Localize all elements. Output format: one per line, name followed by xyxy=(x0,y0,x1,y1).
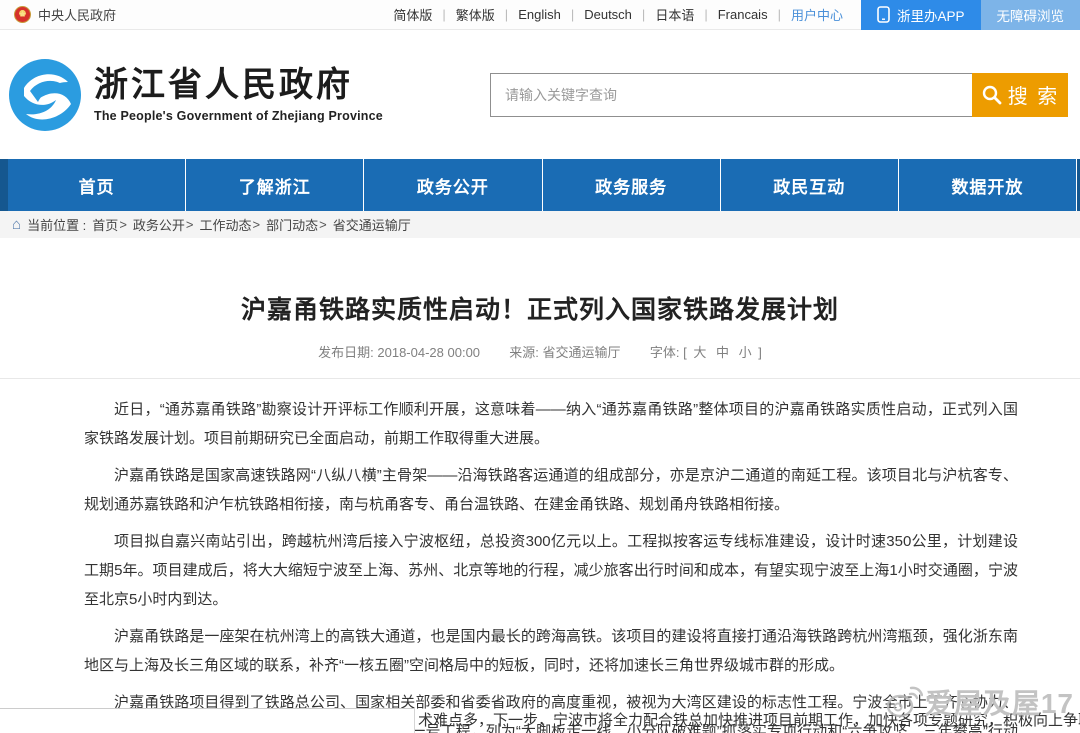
search-button-label: 搜 索 xyxy=(1008,80,1060,109)
lang-simplified[interactable]: 简体版 xyxy=(393,5,432,24)
article-meta: 发布日期: 2018-04-28 00:00 来源: 省交通运输厅 字体: [ … xyxy=(0,342,1080,361)
article-header: 沪嘉甬铁路实质性启动！正式列入国家铁路发展计划 发布日期: 2018-04-28… xyxy=(0,238,1080,361)
central-gov-label[interactable]: 中央人民政府 xyxy=(38,5,116,24)
zheliban-app-button[interactable]: 浙里办APP xyxy=(861,0,981,30)
breadcrumb-gov-info[interactable]: 政务公开 xyxy=(133,215,185,234)
publish-date: 2018-04-28 00:00 xyxy=(377,345,480,360)
font-size-label: 字体: xyxy=(650,345,680,360)
divider: | xyxy=(505,7,508,22)
divider: | xyxy=(778,7,781,22)
lang-japanese[interactable]: 日本语 xyxy=(655,5,694,24)
user-center-link[interactable]: 用户中心 xyxy=(791,5,843,24)
bracket-open: [ xyxy=(683,345,687,360)
main-nav: 首页 了解浙江 政务公开 政务服务 政民互动 数据开放 xyxy=(0,159,1080,211)
search-box: 搜 索 xyxy=(490,73,1068,117)
nav-item-open-data[interactable]: 数据开放 xyxy=(899,159,1077,211)
phone-icon xyxy=(877,6,890,23)
breadcrumb-transport-dept[interactable]: 省交通运输厅 xyxy=(333,215,411,234)
nav-item-interaction[interactable]: 政民互动 xyxy=(721,159,899,211)
article-paragraph: 沪嘉甬铁路是一座架在杭州湾上的高铁大通道，也是国内最长的跨海高铁。该项目的建设将… xyxy=(84,622,1018,680)
top-utility-bar: ★ 中央人民政府 简体版 | 繁体版 | English | Deutsch |… xyxy=(0,0,1080,30)
home-icon: ⌂ xyxy=(12,216,21,233)
breadcrumb-separator: > xyxy=(253,217,261,232)
article-paragraph: 近日，“通苏嘉甬铁路”勘察设计开评标工作顺利开展，这意味着——纳入“通苏嘉甬铁路… xyxy=(84,395,1018,453)
divider: | xyxy=(571,7,574,22)
lang-francais[interactable]: Francais xyxy=(718,7,768,22)
source-value: 省交通运输厅 xyxy=(543,345,621,360)
site-title: 浙江省人民政府 xyxy=(94,66,383,105)
publish-date-label: 发布日期: xyxy=(318,345,374,360)
accessibility-button[interactable]: 无障碍浏览 xyxy=(981,0,1080,30)
article-paragraph: 项目拟自嘉兴南站引出，跨越杭州湾后接入宁波枢纽，总投资300亿元以上。工程拟按客… xyxy=(84,527,1018,614)
font-size-small[interactable]: 小 xyxy=(736,345,755,360)
breadcrumb-separator: > xyxy=(319,217,327,232)
breadcrumb: ⌂ 当前位置 : 首页 > 政务公开 > 工作动态 > 部门动态 > 省交通运输… xyxy=(0,211,1080,238)
language-links: 简体版 | 繁体版 | English | Deutsch | 日本语 | Fr… xyxy=(393,0,843,30)
search-input[interactable] xyxy=(490,73,972,117)
national-emblem-icon: ★ xyxy=(14,6,31,23)
font-size-switcher: 字体: [ 大 中 小 ] xyxy=(650,345,762,360)
breadcrumb-home[interactable]: 首页 xyxy=(92,215,118,234)
article-body: 近日，“通苏嘉甬铁路”勘察设计开评标工作顺利开展，这意味着——纳入“通苏嘉甬铁路… xyxy=(0,379,1080,733)
brand-text: 浙江省人民政府 The People's Government of Zheji… xyxy=(94,66,383,122)
font-size-large[interactable]: 大 xyxy=(690,345,709,360)
divider: | xyxy=(642,7,645,22)
accessibility-button-label: 无障碍浏览 xyxy=(997,5,1065,25)
site-title-english: The People's Government of Zhejiang Prov… xyxy=(94,109,383,123)
nav-item-about-zhejiang[interactable]: 了解浙江 xyxy=(186,159,364,211)
source-label: 来源: xyxy=(509,345,539,360)
site-header: 浙江省人民政府 The People's Government of Zheji… xyxy=(0,30,1080,159)
breadcrumb-separator: > xyxy=(186,217,194,232)
breadcrumb-department-news[interactable]: 部门动态 xyxy=(266,215,318,234)
breadcrumb-work-news[interactable]: 工作动态 xyxy=(200,215,252,234)
white-overlay-box xyxy=(0,708,415,733)
divider: | xyxy=(704,7,707,22)
divider: | xyxy=(442,7,445,22)
article-paragraph: 沪嘉甬铁路是国家高速铁路网“八纵八横”主骨架——沿海铁路客运通道的组成部分，亦是… xyxy=(84,461,1018,519)
nav-item-gov-services[interactable]: 政务服务 xyxy=(543,159,721,211)
zhejiang-logo-icon xyxy=(8,58,82,132)
search-icon xyxy=(981,84,1003,106)
nav-item-gov-info[interactable]: 政务公开 xyxy=(364,159,542,211)
breadcrumb-separator: > xyxy=(119,217,127,232)
nav-item-home[interactable]: 首页 xyxy=(8,159,186,211)
topbar-right: 简体版 | 繁体版 | English | Deutsch | 日本语 | Fr… xyxy=(393,0,1080,30)
breadcrumb-prefix: 当前位置 : xyxy=(27,215,86,234)
lang-traditional[interactable]: 繁体版 xyxy=(456,5,495,24)
page: ★ 中央人民政府 简体版 | 繁体版 | English | Deutsch |… xyxy=(0,0,1080,733)
lang-deutsch[interactable]: Deutsch xyxy=(584,7,632,22)
bracket-close: ] xyxy=(758,345,762,360)
central-gov-link[interactable]: ★ 中央人民政府 xyxy=(0,5,116,24)
lang-english[interactable]: English xyxy=(518,7,561,22)
site-logo[interactable]: 浙江省人民政府 The People's Government of Zheji… xyxy=(8,58,383,132)
article-title: 沪嘉甬铁路实质性启动！正式列入国家铁路发展计划 xyxy=(0,290,1080,326)
search-button[interactable]: 搜 索 xyxy=(972,73,1068,117)
app-button-label: 浙里办APP xyxy=(897,5,965,25)
font-size-medium[interactable]: 中 xyxy=(713,345,732,360)
